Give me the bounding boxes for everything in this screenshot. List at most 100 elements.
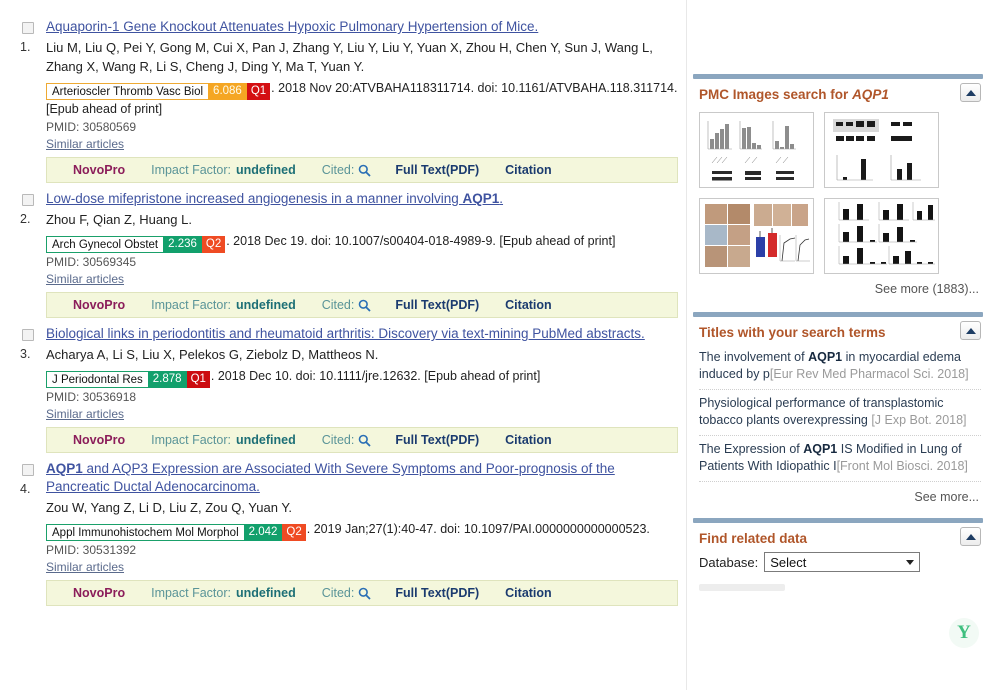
quartile-badge: Q1 [186,371,210,388]
pmc-image-thumbnails [693,106,983,274]
cited-label: Cited: [321,586,355,600]
pmc-thumbnail[interactable] [824,198,939,274]
citation-text: . 2019 Jan;27(1):40-47. doi: 10.1097/PAI… [306,522,650,536]
quartile-badge: Q1 [246,83,271,100]
impact-factor-label: Impact Factor: [151,586,231,600]
novopro-brand[interactable]: NovoPro [73,163,125,177]
database-label: Database: [699,554,759,570]
collapse-toggle-button[interactable] [960,527,981,546]
magnifier-icon[interactable] [358,587,371,600]
result-item: 1. Aquaporin-1 Gene Knockout Attenuates … [0,18,690,183]
magnifier-icon[interactable] [358,164,371,177]
result-authors: Acharya A, Li S, Liu X, Pelekos G, Ziebo… [46,347,379,362]
result-checkbox[interactable] [22,329,34,341]
result-title-link[interactable]: Aquaporin-1 Gene Knockout Attenuates Hyp… [46,18,678,36]
novopro-action-bar: NovoPro Impact Factor: undefined Cited: … [46,580,678,606]
impact-factor-value: 2.878 [147,371,187,388]
result-title-link[interactable]: Biological links in periodontitis and rh… [46,325,678,343]
result-checkbox[interactable] [22,464,34,476]
titles-portlet-title: Titles with your search terms [699,325,886,340]
pmc-images-header: PMC Images search for AQP1 [693,79,983,106]
title-text-before: The Expression of [699,442,804,456]
list-item[interactable]: The involvement of AQP1 in myocardial ed… [699,344,981,390]
result-number: 3. [20,347,31,361]
impact-factor-value: 6.086 [208,83,247,100]
list-item[interactable]: The Expression of AQP1 IS Modified in Lu… [699,436,981,482]
full-text-pdf-link[interactable]: Full Text(PDF) [395,433,479,447]
impact-factor-status: undefined [235,163,296,177]
similar-articles-link[interactable]: Similar articles [46,406,124,422]
result-citation-line: Arterioscler Thromb Vasc Biol 6.086 Q1 .… [46,79,678,100]
similar-articles-link[interactable]: Similar articles [46,559,124,575]
result-checkbox[interactable] [22,22,34,34]
result-authors: Zou W, Yang Z, Li D, Liu Z, Zou Q, Yuan … [46,500,292,515]
cited-label: Cited: [321,433,355,447]
novopro-brand[interactable]: NovoPro [73,433,125,447]
result-checkbox[interactable] [22,194,34,206]
right-sidebar: PMC Images search for AQP1 See more (188… [686,0,997,690]
citation-link[interactable]: Citation [505,298,552,312]
citation-link[interactable]: Citation [505,433,552,447]
chevron-up-icon [965,327,976,334]
related-data-header: Find related data [693,523,983,550]
journal-name: J Periodontal Res [46,371,148,388]
related-data-title: Find related data [699,531,808,546]
journal-name: Arterioscler Thromb Vasc Biol [46,83,209,100]
full-text-pdf-link[interactable]: Full Text(PDF) [395,163,479,177]
novopro-brand[interactable]: NovoPro [73,298,125,312]
pmc-thumbnail[interactable] [699,112,814,188]
similar-articles-link[interactable]: Similar articles [46,136,124,152]
epub-status: [Epub ahead of print] [46,102,163,116]
impact-factor-status: undefined [235,298,296,312]
title-source: [Front Mol Biosci. 2018] [836,459,968,473]
novopro-brand[interactable]: NovoPro [73,586,125,600]
full-text-pdf-link[interactable]: Full Text(PDF) [395,298,479,312]
collapse-toggle-button[interactable] [960,321,981,340]
titles-portlet-header: Titles with your search terms [693,317,983,344]
loading-placeholder-bar [699,584,785,591]
quartile-badge: Q2 [282,524,306,541]
database-select-row: Database: Select [693,550,983,572]
title-source: [Eur Rev Med Pharmacol Sci. 2018] [769,367,969,381]
citation-text: . 2018 Dec 10. doi: 10.1111/jre.12632. [… [210,369,541,383]
journal-impact-badge[interactable]: J Periodontal Res 2.878 Q1 [46,371,210,388]
pmid-text: PMID: 30531392 [46,543,137,557]
result-item: 4. AQP1 and AQP3 Expression are Associat… [0,460,690,606]
citation-link[interactable]: Citation [505,586,552,600]
pmc-images-title: PMC Images search for AQP1 [699,87,889,102]
journal-impact-badge[interactable]: Arch Gynecol Obstet 2.236 Q2 [46,236,226,253]
magnifier-icon[interactable] [358,434,371,447]
youdao-dictionary-icon[interactable]: Y [949,618,979,648]
result-title-link[interactable]: Low-dose mifepristone increased angiogen… [46,190,678,208]
citation-link[interactable]: Citation [505,163,552,177]
database-select[interactable]: Select [764,552,921,572]
collapse-toggle-button[interactable] [960,83,981,102]
list-item[interactable]: Physiological performance of transplasto… [699,390,981,436]
pmid-text: PMID: 30580569 [46,120,137,134]
related-data-portlet: Find related data Database: Select [693,518,983,593]
journal-impact-badge[interactable]: Appl Immunohistochem Mol Morphol 2.042 Q… [46,524,306,541]
pmc-see-more-link[interactable]: See more (1883)... [693,274,983,304]
similar-articles-link[interactable]: Similar articles [46,271,124,287]
pmc-thumbnail[interactable] [699,198,814,274]
magnifier-icon[interactable] [358,299,371,312]
novopro-action-bar: NovoPro Impact Factor: undefined Cited: … [46,157,678,183]
pmc-images-query: AQP1 [852,87,889,102]
title-source: [J Exp Bot. 2018] [871,413,967,427]
titles-see-more-link[interactable]: See more... [693,482,983,512]
result-citation-line: J Periodontal Res 2.878 Q1 . 2018 Dec 10… [46,367,678,388]
titles-list: The involvement of AQP1 in myocardial ed… [693,344,983,482]
result-authors: Zhou F, Qian Z, Huang L. [46,212,192,227]
result-item: 3. Biological links in periodontitis and… [0,325,690,453]
pmc-thumbnail[interactable] [824,112,939,188]
result-number: 4. [20,482,31,496]
novopro-action-bar: NovoPro Impact Factor: undefined Cited: … [46,427,678,453]
result-citation-line: Arch Gynecol Obstet 2.236 Q2 . 2018 Dec … [46,232,678,253]
pubmed-results-page: 1. Aquaporin-1 Gene Knockout Attenuates … [0,0,997,690]
journal-name: Arch Gynecol Obstet [46,236,164,253]
title-highlight: AQP1 [808,350,843,364]
journal-impact-badge[interactable]: Arterioscler Thromb Vasc Biol 6.086 Q1 [46,83,271,100]
result-title-link[interactable]: AQP1 and AQP3 Expression are Associated … [46,460,678,496]
full-text-pdf-link[interactable]: Full Text(PDF) [395,586,479,600]
result-citation-line: Appl Immunohistochem Mol Morphol 2.042 Q… [46,520,678,541]
